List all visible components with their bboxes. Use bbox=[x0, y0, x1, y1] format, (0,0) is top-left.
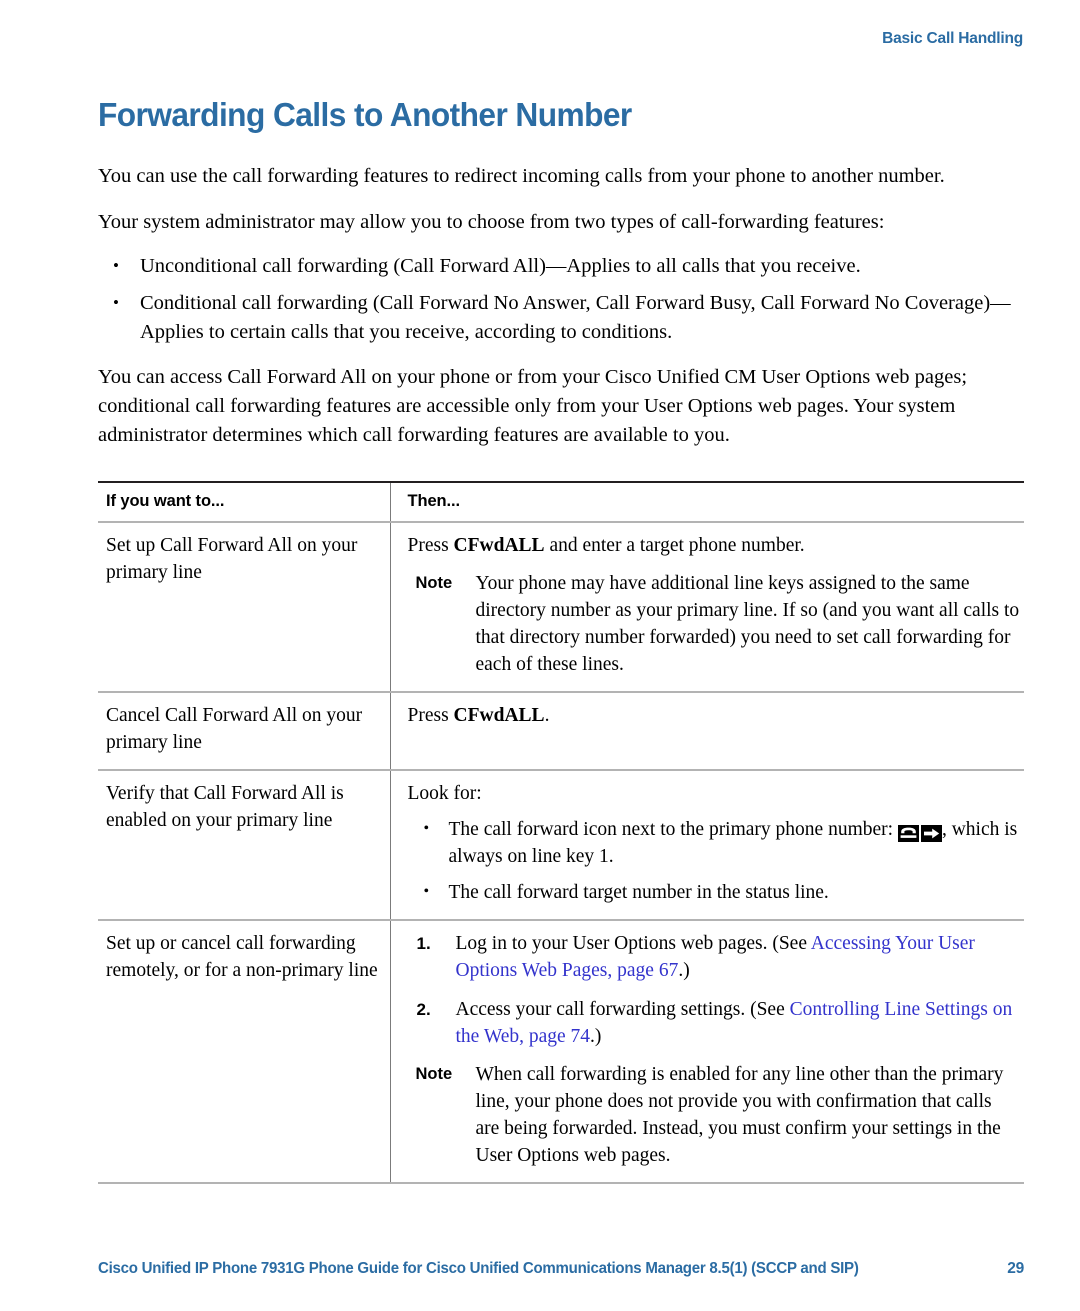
table-row: Set up or cancel call forwarding remotel… bbox=[98, 920, 1024, 1184]
list-item: The call forward icon next to the primar… bbox=[408, 815, 1021, 870]
table-row: Set up Call Forward All on your primary … bbox=[98, 522, 1024, 693]
list-item: 1. Log in to your User Options web pages.… bbox=[408, 930, 1021, 984]
instruction-text-pre: Press bbox=[407, 535, 454, 556]
lead-text: Look for: bbox=[407, 783, 482, 804]
bullet-text-pre: The call forward icon next to the primar… bbox=[448, 819, 898, 840]
note-text: When call forwarding is enabled for any … bbox=[475, 1064, 1004, 1166]
intro-paragraph-2: Your system administrator may allow you … bbox=[98, 211, 885, 233]
instruction-text-pre: Press bbox=[407, 705, 454, 726]
step-text-post: .) bbox=[590, 1026, 602, 1047]
row-action-remote-forwarding: Set up or cancel call forwarding remotel… bbox=[98, 920, 390, 1184]
row-action-verify-cfa: Verify that Call Forward All is enabled … bbox=[98, 770, 390, 921]
document-page: Basic Call Handling Forwarding Calls to … bbox=[0, 0, 1080, 1311]
intro-paragraph-3: You can access Call Forward All on your … bbox=[98, 366, 968, 446]
table-row: Cancel Call Forward All on your primary … bbox=[98, 692, 1024, 771]
note-block: Note When call forwarding is enabled for… bbox=[408, 1061, 1021, 1169]
verify-indicators-list: The call forward icon next to the primar… bbox=[408, 815, 1021, 906]
row-then-verify-cfa: Look for: The call forward icon next to … bbox=[389, 770, 1024, 921]
intro-paragraph-1: You can use the call forwarding features… bbox=[98, 165, 945, 187]
instruction-line: Press CFwdALL. bbox=[408, 702, 1021, 729]
row-action-cancel-cfa: Cancel Call Forward All on your primary … bbox=[98, 692, 390, 771]
footer-title: Cisco Unified IP Phone 7931G Phone Guide… bbox=[98, 1260, 859, 1277]
remote-forwarding-steps: 1. Log in to your User Options web pages.… bbox=[408, 930, 1021, 1050]
instruction-line: Press CFwdALL and enter a target phone n… bbox=[408, 532, 1021, 559]
step-number: 2. bbox=[416, 1000, 431, 1019]
footer-page-number: 29 bbox=[1007, 1260, 1024, 1277]
note-label: Note bbox=[415, 1065, 453, 1083]
list-item: 2. Access your call forwarding settings. … bbox=[408, 996, 1021, 1050]
row-then-setup-cfa: Press CFwdALL and enter a target phone n… bbox=[389, 522, 1024, 693]
row-then-remote-forwarding: 1. Log in to your User Options web pages.… bbox=[389, 920, 1024, 1184]
step-text-pre: Log in to your User Options web pages. (… bbox=[455, 933, 811, 954]
list-item: The call forward target number in the st… bbox=[408, 878, 1021, 906]
step-number: 1. bbox=[416, 934, 431, 953]
call-forwarding-table: If you want to... Then... Set up Call Fo… bbox=[98, 481, 1024, 1184]
page-content: Forwarding Calls to Another Number You c… bbox=[98, 96, 1024, 1184]
row-action-setup-cfa: Set up Call Forward All on your primary … bbox=[98, 522, 390, 693]
softkey-label-cfwdall: CFwdALL bbox=[453, 705, 545, 726]
note-label: Note bbox=[415, 574, 453, 592]
list-item: Unconditional call forwarding (Call Forw… bbox=[98, 251, 1024, 281]
step-text-post: .) bbox=[678, 960, 690, 981]
forwarding-types-list: Unconditional call forwarding (Call Forw… bbox=[98, 251, 1024, 347]
table-body: Set up Call Forward All on your primary … bbox=[98, 522, 1024, 1184]
instruction-text-post: and enter a target phone number. bbox=[544, 535, 805, 556]
table-header: If you want to... Then... bbox=[98, 481, 1024, 523]
softkey-label-cfwdall: CFwdALL bbox=[453, 535, 545, 556]
note-block: Note Your phone may have additional line… bbox=[408, 570, 1021, 678]
list-item: Conditional call forwarding (Call Forwar… bbox=[98, 288, 1024, 347]
row-then-cancel-cfa: Press CFwdALL. bbox=[389, 692, 1024, 771]
arrow-right-icon bbox=[920, 825, 942, 843]
column-header-then: Then... bbox=[389, 481, 1024, 523]
instruction-text-post: . bbox=[544, 705, 550, 726]
column-header-if-you-want-to: If you want to... bbox=[98, 481, 390, 523]
note-text: Your phone may have additional line keys… bbox=[475, 573, 1020, 675]
call-forward-icon bbox=[897, 825, 942, 843]
table-row: Verify that Call Forward All is enabled … bbox=[98, 770, 1024, 921]
handset-icon bbox=[897, 825, 919, 843]
step-text-pre: Access your call forwarding settings. (S… bbox=[455, 999, 790, 1020]
running-head: Basic Call Handling bbox=[882, 30, 1023, 47]
table-header-row: If you want to... Then... bbox=[98, 481, 1024, 523]
page-title: Forwarding Calls to Another Number bbox=[98, 96, 632, 133]
page-footer: Cisco Unified IP Phone 7931G Phone Guide… bbox=[98, 1260, 1024, 1278]
